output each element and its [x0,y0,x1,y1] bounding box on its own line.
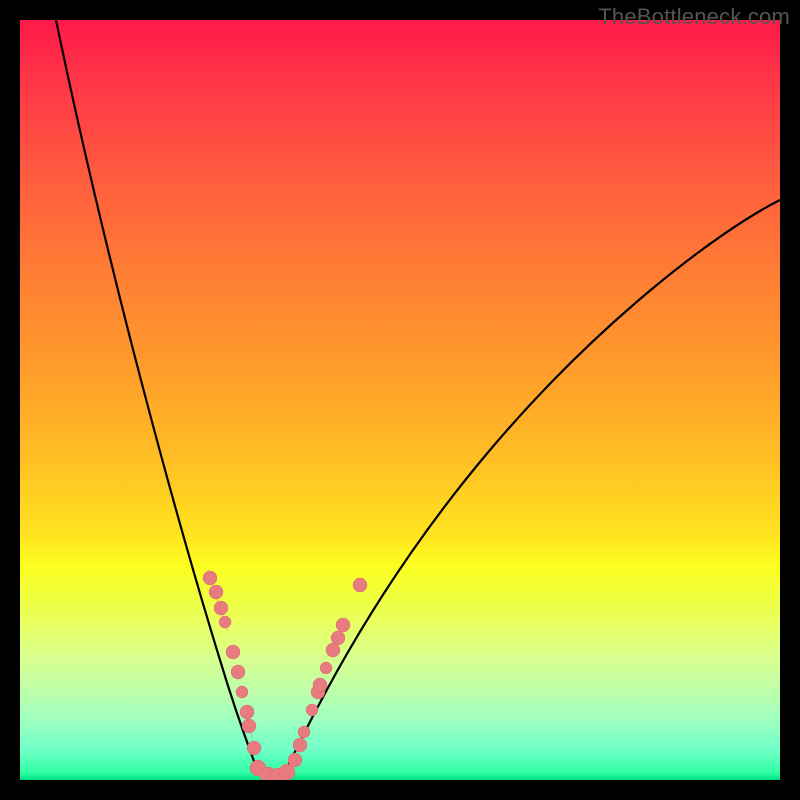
plot-svg [20,20,780,780]
watermark-text: TheBottleneck.com [598,4,790,30]
curve-left [56,20,258,772]
bead-markers [203,571,367,780]
plot-frame [20,20,780,780]
curve-right [285,200,780,772]
